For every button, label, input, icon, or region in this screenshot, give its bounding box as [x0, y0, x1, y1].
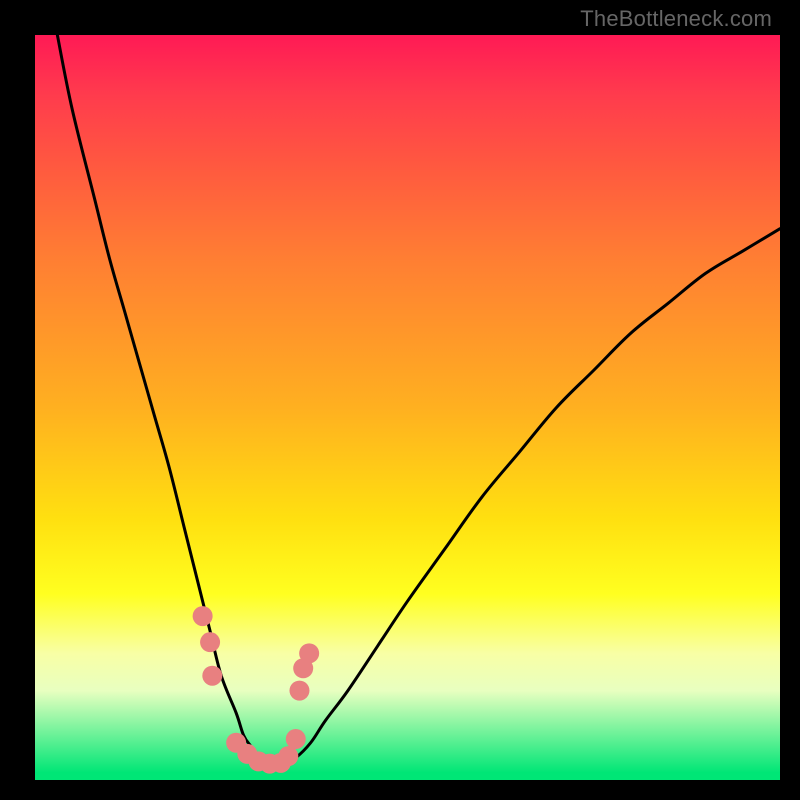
data-marker	[289, 681, 309, 701]
data-marker	[299, 643, 319, 663]
data-marker	[278, 746, 298, 766]
curve-lines	[57, 35, 780, 765]
data-marker	[286, 729, 306, 749]
data-marker	[200, 632, 220, 652]
watermark-text: TheBottleneck.com	[580, 6, 772, 32]
plot-area	[35, 35, 780, 780]
chart-frame: TheBottleneck.com	[0, 0, 800, 800]
data-marker	[202, 666, 222, 686]
data-marker	[193, 606, 213, 626]
curve-left-curve	[57, 35, 273, 765]
curve-right-curve	[281, 229, 780, 765]
curve-layer	[35, 35, 780, 780]
